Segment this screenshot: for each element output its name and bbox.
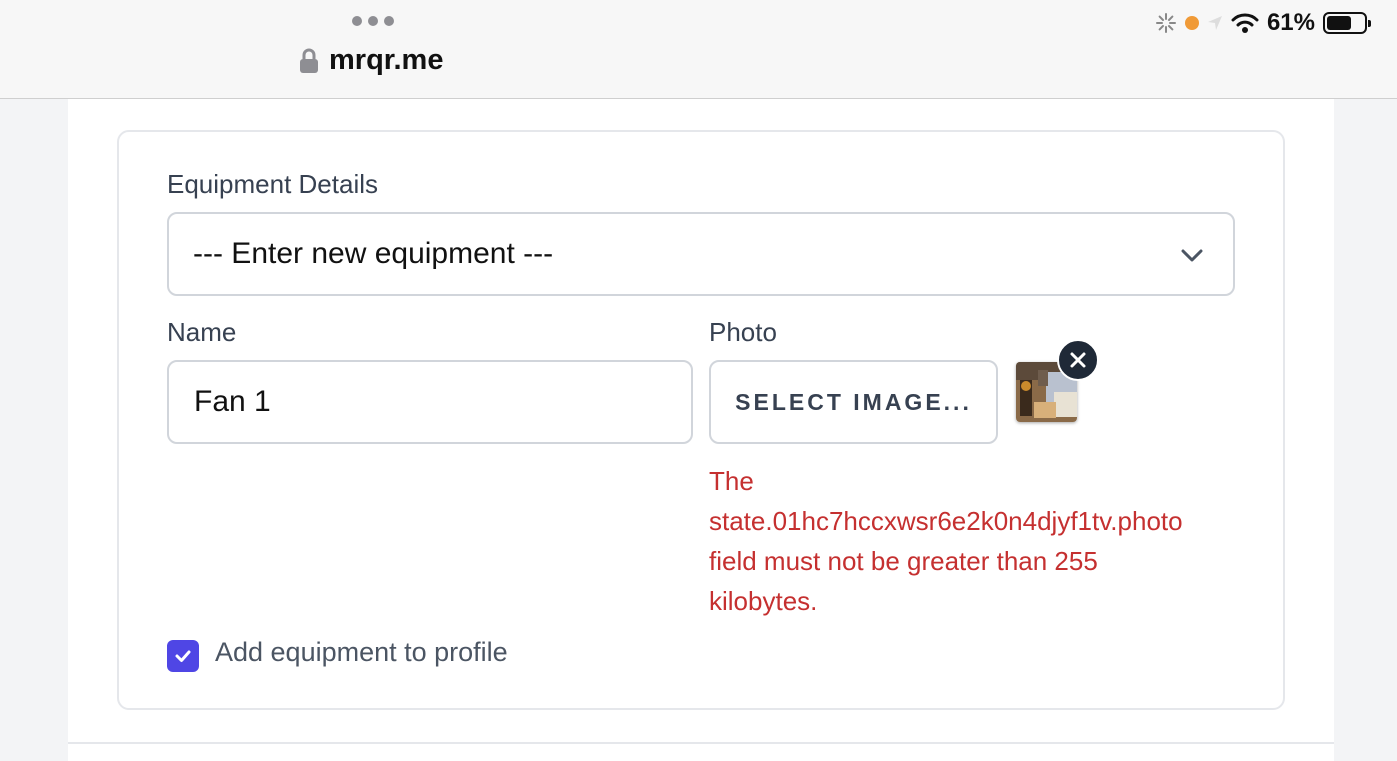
add-to-profile-label[interactable]: Add equipment to profile [215,637,508,668]
close-icon [1070,352,1086,368]
status-bar: 61% [1155,9,1371,37]
equipment-select-value: --- Enter new equipment --- [193,237,554,270]
name-label: Name [167,317,237,347]
add-to-profile-checkbox[interactable] [167,640,199,672]
location-icon [1207,16,1222,30]
loading-spinner-icon [1155,13,1176,33]
battery-percent: 61% [1266,9,1315,36]
error-line: state.01hc7hccxwsr6e2k0n4djyf1tv.photo [709,506,1183,536]
photo-error-message: The state.01hc7hccxwsr6e2k0n4djyf1tv.pho… [709,461,1249,621]
remove-photo-button[interactable] [1057,339,1099,381]
error-line: kilobytes. [709,586,818,616]
battery-icon [1323,12,1371,34]
error-line: field must not be greater than 255 [709,546,1098,576]
privacy-indicator-dot [1184,16,1199,30]
photo-label: Photo [709,317,777,347]
lock-icon [300,48,318,73]
page-panel-next [68,744,1334,761]
browser-top-bar: mrqr.me 61% [0,0,1397,99]
name-input[interactable]: Fan 1 [167,360,693,444]
wifi-icon [1231,13,1259,33]
select-image-button[interactable]: SELECT IMAGE... [709,360,998,444]
equipment-details-label: Equipment Details [167,169,378,199]
url-text: mrqr.me [329,44,444,76]
check-icon [175,650,191,662]
chevron-down-icon [1181,249,1203,262]
equipment-select[interactable]: --- Enter new equipment --- [167,212,1235,296]
error-line: The [709,466,754,496]
more-dots-icon[interactable] [352,16,394,26]
name-input-value: Fan 1 [194,385,271,418]
address-bar[interactable]: mrqr.me [299,44,443,77]
